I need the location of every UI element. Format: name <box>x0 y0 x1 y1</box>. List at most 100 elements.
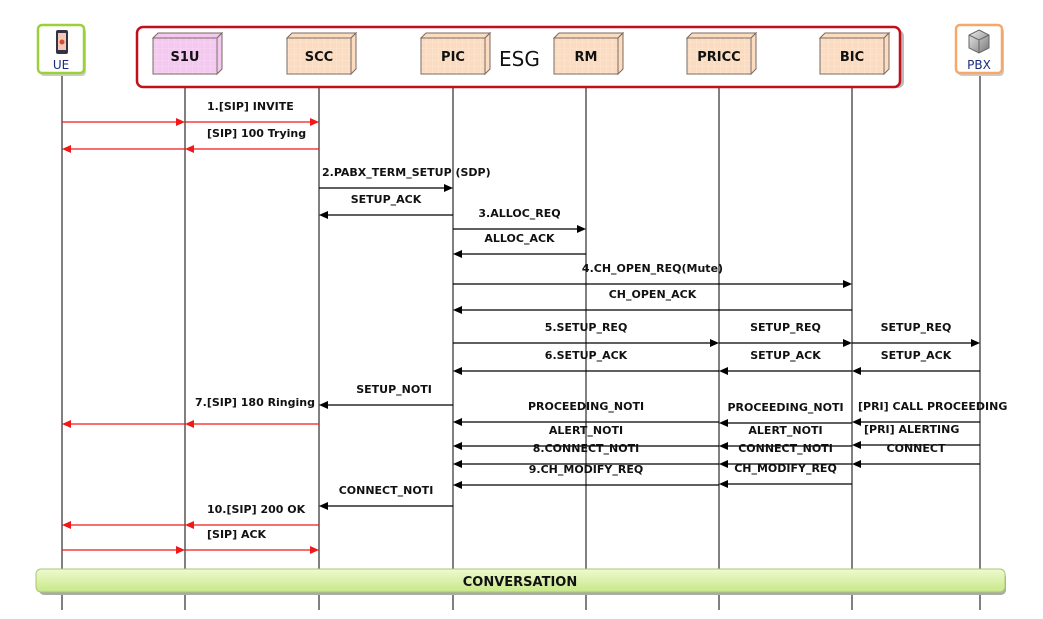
message-25: CONNECT <box>852 442 980 468</box>
message-label: ALERT_NOTI <box>549 424 623 437</box>
arrowhead <box>577 225 586 233</box>
arrowhead <box>319 211 328 219</box>
arrowhead <box>62 420 71 428</box>
participant-label: PRICC <box>697 50 740 65</box>
message-label: CH_OPEN_ACK <box>609 288 697 301</box>
arrowhead <box>852 441 861 449</box>
message-label: 4.CH_OPEN_REQ(Mute) <box>582 262 723 275</box>
message-label: 9.CH_MODIFY_REQ <box>529 463 643 476</box>
message-label: SETUP_ACK <box>881 349 952 362</box>
arrowhead <box>310 546 319 554</box>
message-label: SETUP_ACK <box>351 193 422 206</box>
arrowhead <box>852 418 861 426</box>
arrowhead <box>444 184 453 192</box>
arrowhead <box>453 442 462 450</box>
smartphone-icon <box>56 30 68 54</box>
participant-scc: SCC <box>285 31 358 76</box>
arrowhead <box>843 280 852 288</box>
message-label: [PRI] CALL PROCEEDING <box>858 400 1007 413</box>
message-label: ALERT_NOTI <box>748 424 822 437</box>
message-label: 5.SETUP_REQ <box>545 321 628 334</box>
arrowhead <box>719 442 728 450</box>
arrowhead <box>453 460 462 468</box>
message-15: SETUP_NOTI <box>319 383 453 409</box>
participant-label: UE <box>53 58 69 72</box>
message-label: [SIP] 100 Trying <box>207 127 306 140</box>
message-10: SETUP_REQ <box>719 321 852 347</box>
esg-group-label: ESG <box>499 47 540 71</box>
arrowhead <box>852 367 861 375</box>
participant-bic: BIC <box>818 31 891 76</box>
arrowhead <box>453 250 462 258</box>
message-label: 2.PABX_TERM_SETUP (SDP) <box>322 166 491 179</box>
arrowhead <box>185 521 194 529</box>
message-11: SETUP_REQ <box>852 321 980 347</box>
participant-label: SCC <box>305 50 333 65</box>
arrowhead <box>62 521 71 529</box>
message-label: 6.SETUP_ACK <box>545 349 628 362</box>
message-label: 7.[SIP] 180 Ringing <box>195 396 315 409</box>
message-label: PROCEEDING_NOTI <box>528 400 644 413</box>
message-14: SETUP_ACK <box>852 349 980 375</box>
arrowhead <box>453 481 462 489</box>
message-label: 8.CONNECT_NOTI <box>533 442 639 455</box>
message-8: CH_OPEN_ACK <box>453 288 852 314</box>
arrowhead <box>719 419 728 427</box>
message-label: ALLOC_ACK <box>484 232 555 245</box>
message-label: CONNECT_NOTI <box>339 484 434 497</box>
arrowhead <box>719 480 728 488</box>
message-4: SETUP_ACK <box>319 193 453 219</box>
arrowhead <box>719 460 728 468</box>
message-label: 1.[SIP] INVITE <box>207 100 294 113</box>
message-27: CH_MODIFY_REQ <box>719 462 852 488</box>
arrowhead <box>176 118 185 126</box>
participant-label: S1U <box>171 50 200 65</box>
arrowhead <box>710 339 719 347</box>
participant-label: PBX <box>967 58 991 72</box>
message-6: ALLOC_ACK <box>453 232 586 258</box>
message-label: [SIP] ACK <box>207 528 267 541</box>
arrowhead <box>319 502 328 510</box>
message-29: 10.[SIP] 200 OK <box>62 503 319 529</box>
participant-label: BIC <box>840 50 864 65</box>
arrowhead <box>319 401 328 409</box>
arrowhead <box>453 306 462 314</box>
message-label: SETUP_REQ <box>881 321 952 334</box>
message-28: CONNECT_NOTI <box>319 484 453 510</box>
message-16: 7.[SIP] 180 Ringing <box>62 396 319 428</box>
message-13: SETUP_ACK <box>719 349 852 375</box>
message-30: [SIP] ACK <box>62 528 319 554</box>
message-label: [PRI] ALERTING <box>864 423 959 436</box>
sequence-diagram: ESG UE S1U SCC PIC RM PRICC BIC PBX 1.[SIP] INV… <box>35 23 1007 610</box>
message-label: PROCEEDING_NOTI <box>727 401 843 414</box>
participant-label: PIC <box>441 50 465 65</box>
message-1: 1.[SIP] INVITE <box>62 100 319 126</box>
arrowhead <box>310 118 319 126</box>
message-label: SETUP_ACK <box>750 349 821 362</box>
message-2: [SIP] 100 Trying <box>62 127 319 153</box>
conversation-bar: CONVERSATION <box>35 568 1006 595</box>
message-7: 4.CH_OPEN_REQ(Mute) <box>453 262 852 288</box>
message-label: SETUP_REQ <box>750 321 821 334</box>
arrowhead <box>852 460 861 468</box>
arrowhead <box>719 367 728 375</box>
arrowhead <box>176 546 185 554</box>
participant-pic: PIC <box>419 31 492 76</box>
participant-ue: UE <box>36 23 86 76</box>
message-5: 3.ALLOC_REQ <box>453 207 586 233</box>
arrowhead <box>185 145 194 153</box>
arrowhead <box>971 339 980 347</box>
arrowhead <box>453 367 462 375</box>
arrowhead <box>843 339 852 347</box>
message-label: CONNECT_NOTI <box>738 442 833 455</box>
participant-pricc: PRICC <box>685 31 758 76</box>
participant-rm: RM <box>552 31 625 76</box>
participant-pbx: PBX <box>954 23 1004 76</box>
message-label: SETUP_NOTI <box>356 383 432 396</box>
participant-label: RM <box>575 50 598 65</box>
message-label: 3.ALLOC_REQ <box>478 207 560 220</box>
server-cube-icon <box>968 29 990 54</box>
participant-s1u: S1U <box>151 31 224 76</box>
conversation-label: CONVERSATION <box>463 575 577 590</box>
message-label: 10.[SIP] 200 OK <box>207 503 306 516</box>
